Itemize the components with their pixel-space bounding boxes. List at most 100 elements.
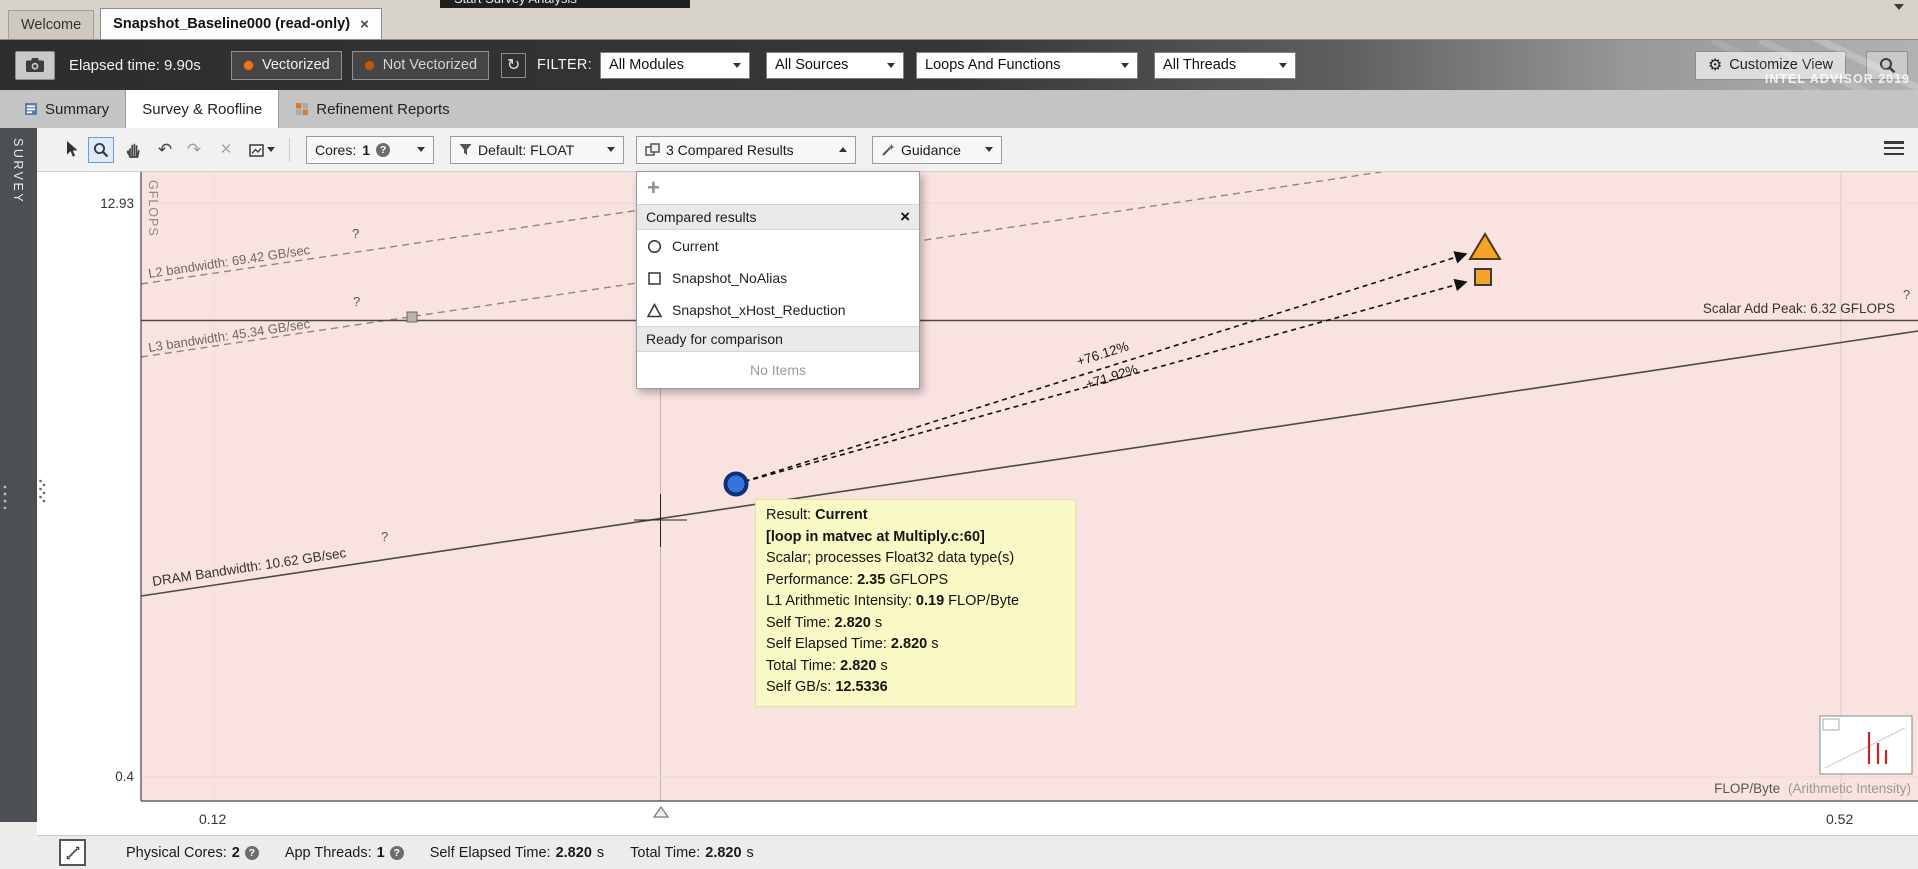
- roofline-view: ↶ ↷ × Cores: 1 ?: [37, 128, 1918, 869]
- snapshot-camera-button[interactable]: [15, 51, 55, 80]
- clear-icon: ×: [220, 139, 231, 161]
- compared-item-noalias[interactable]: Snapshot_NoAlias: [637, 262, 919, 294]
- modules-filter-dropdown[interactable]: All Modules: [600, 52, 750, 79]
- refinement-reports-icon: [295, 102, 309, 116]
- chart-splitter-grip[interactable]: [38, 477, 46, 507]
- compared-results-panel: + Compared results × Current Snapsho: [636, 171, 920, 389]
- export-chart-button[interactable]: [245, 137, 279, 163]
- sources-filter-value: All Sources: [775, 57, 848, 73]
- scope-filter-value: Loops And Functions: [925, 57, 1060, 73]
- document-tab-bar: Start Survey Analysis Welcome Snapshot_B…: [0, 0, 1918, 40]
- tab-welcome[interactable]: Welcome: [8, 10, 94, 39]
- roofline-minimap[interactable]: [1820, 716, 1912, 774]
- tab-snapshot-baseline[interactable]: Snapshot_Baseline000 (read-only) ×: [100, 8, 382, 39]
- tab-refinement-reports-label: Refinement Reports: [316, 101, 449, 118]
- point-tooltip: Result: Current [loop in matvec at Multi…: [755, 499, 1076, 707]
- filter-label: FILTER:: [537, 57, 592, 73]
- sidebar-survey-strip[interactable]: SURVEY: [0, 128, 37, 822]
- refresh-icon: ↻: [507, 55, 520, 75]
- partial-start-survey-button[interactable]: Start Survey Analysis: [440, 0, 690, 8]
- not-vectorized-label: Not Vectorized: [383, 57, 477, 73]
- help-icon[interactable]: ?: [376, 143, 390, 157]
- pan-tool-button[interactable]: [120, 137, 146, 163]
- help-icon[interactable]: ?: [390, 846, 404, 860]
- zoom-tool-button[interactable]: [88, 137, 114, 163]
- y-tick-bottom: 0.4: [115, 769, 134, 784]
- axis-slider-handle[interactable]: [653, 806, 669, 818]
- tab-overflow-chevron-icon[interactable]: [1894, 4, 1904, 10]
- tab-summary[interactable]: Summary: [8, 90, 125, 128]
- chevron-down-icon: [887, 63, 895, 68]
- chevron-down-icon: [267, 147, 275, 152]
- tooltip-line: Result: Current: [766, 505, 1065, 527]
- guidance-value: Guidance: [901, 142, 961, 158]
- chevron-up-icon: [839, 147, 847, 152]
- pointer-tool-button[interactable]: [59, 137, 85, 163]
- help-icon[interactable]: ?: [1903, 287, 1910, 302]
- square-marker-icon: [647, 271, 662, 286]
- status-total-time: Total Time: 2.820 s: [630, 845, 754, 861]
- search-icon: [1879, 57, 1896, 74]
- help-icon[interactable]: ?: [353, 294, 360, 309]
- close-icon[interactable]: ×: [900, 207, 910, 227]
- tab-refinement-reports[interactable]: Refinement Reports: [279, 90, 465, 128]
- cursor-icon: [65, 141, 80, 158]
- roof-line-handle[interactable]: [407, 312, 417, 322]
- cancel-zoom-button[interactable]: ×: [213, 137, 239, 163]
- not-vectorized-filter-button[interactable]: Not Vectorized: [352, 51, 489, 80]
- scope-filter-dropdown[interactable]: Loops And Functions: [916, 52, 1138, 79]
- refresh-filter-button[interactable]: ↻: [501, 53, 526, 78]
- cores-dropdown[interactable]: Cores: 1 ?: [306, 136, 434, 164]
- pane-splitter-grip[interactable]: [1, 483, 9, 509]
- chevron-down-icon: [733, 63, 741, 68]
- data-type-value: Default: FLOAT: [478, 142, 574, 158]
- tab-survey-roofline-label: Survey & Roofline: [142, 101, 262, 118]
- gear-icon: ⚙: [1708, 55, 1722, 75]
- data-type-dropdown[interactable]: Default: FLOAT: [450, 136, 624, 164]
- funnel-icon: [459, 143, 472, 156]
- y-tick-top: 12.93: [100, 196, 134, 211]
- x-axis-row: 0.12 0.52: [37, 805, 1918, 835]
- vectorized-filter-button[interactable]: Vectorized: [231, 51, 342, 80]
- tooltip-line: Performance: 2.35 GFLOPS: [766, 570, 1065, 592]
- elapsed-time-label: Elapsed time: 9.90s: [69, 57, 231, 74]
- redo-button[interactable]: ↷: [181, 137, 207, 163]
- compared-item-current[interactable]: Current: [637, 230, 919, 262]
- help-icon[interactable]: ?: [245, 846, 259, 860]
- point-current[interactable]: [726, 474, 747, 495]
- expand-chart-button[interactable]: [59, 839, 86, 866]
- sidebar-survey-label: SURVEY: [11, 138, 25, 204]
- point-snapshot-noalias[interactable]: [1475, 269, 1491, 285]
- compared-results-value: 3 Compared Results: [666, 142, 794, 158]
- add-result-button[interactable]: +: [647, 178, 660, 198]
- status-self-elapsed-time: Self Elapsed Time: 2.820 s: [430, 845, 604, 861]
- menu-icon[interactable]: [1884, 141, 1904, 158]
- threads-filter-dropdown[interactable]: All Threads: [1154, 52, 1296, 79]
- report-tab-bar: Summary Survey & Roofline Refinement Rep…: [0, 90, 1918, 128]
- sources-filter-dropdown[interactable]: All Sources: [766, 52, 904, 79]
- tab-survey-roofline[interactable]: Survey & Roofline: [125, 90, 279, 128]
- chevron-down-icon: [1279, 63, 1287, 68]
- x-axis-title-sub: (Arithmetic Intensity): [1788, 781, 1911, 796]
- expand-icon: [66, 846, 80, 860]
- tab-welcome-label: Welcome: [21, 17, 81, 33]
- help-icon[interactable]: ?: [381, 529, 388, 544]
- no-items-label: No Items: [637, 352, 919, 388]
- compared-results-dropdown[interactable]: 3 Compared Results: [636, 136, 856, 164]
- roofline-chart: L2 bandwidth: 69.42 GB/sec ? L3 bandwidt…: [37, 172, 1918, 805]
- export-image-icon: [249, 143, 264, 157]
- compared-item-xhost-reduction[interactable]: Snapshot_xHost_Reduction: [637, 294, 919, 326]
- partial-start-survey-label: Start Survey Analysis: [454, 0, 577, 6]
- tooltip-line: [loop in matvec at Multiply.c:60]: [766, 527, 1065, 549]
- hand-icon: [126, 142, 141, 158]
- undo-button[interactable]: ↶: [152, 137, 178, 163]
- status-physical-cores: Physical Cores: 2 ?: [126, 845, 259, 861]
- compare-icon: [645, 143, 660, 157]
- tooltip-line: Self Elapsed Time: 2.820 s: [766, 634, 1065, 656]
- tooltip-line: Self GB/s: 12.5336: [766, 677, 1065, 699]
- help-icon[interactable]: ?: [352, 226, 359, 241]
- close-tab-icon[interactable]: ×: [360, 16, 369, 33]
- modules-filter-value: All Modules: [609, 57, 684, 73]
- guidance-dropdown[interactable]: Guidance: [872, 136, 1002, 164]
- y-axis-title: GFLOPS: [146, 180, 160, 237]
